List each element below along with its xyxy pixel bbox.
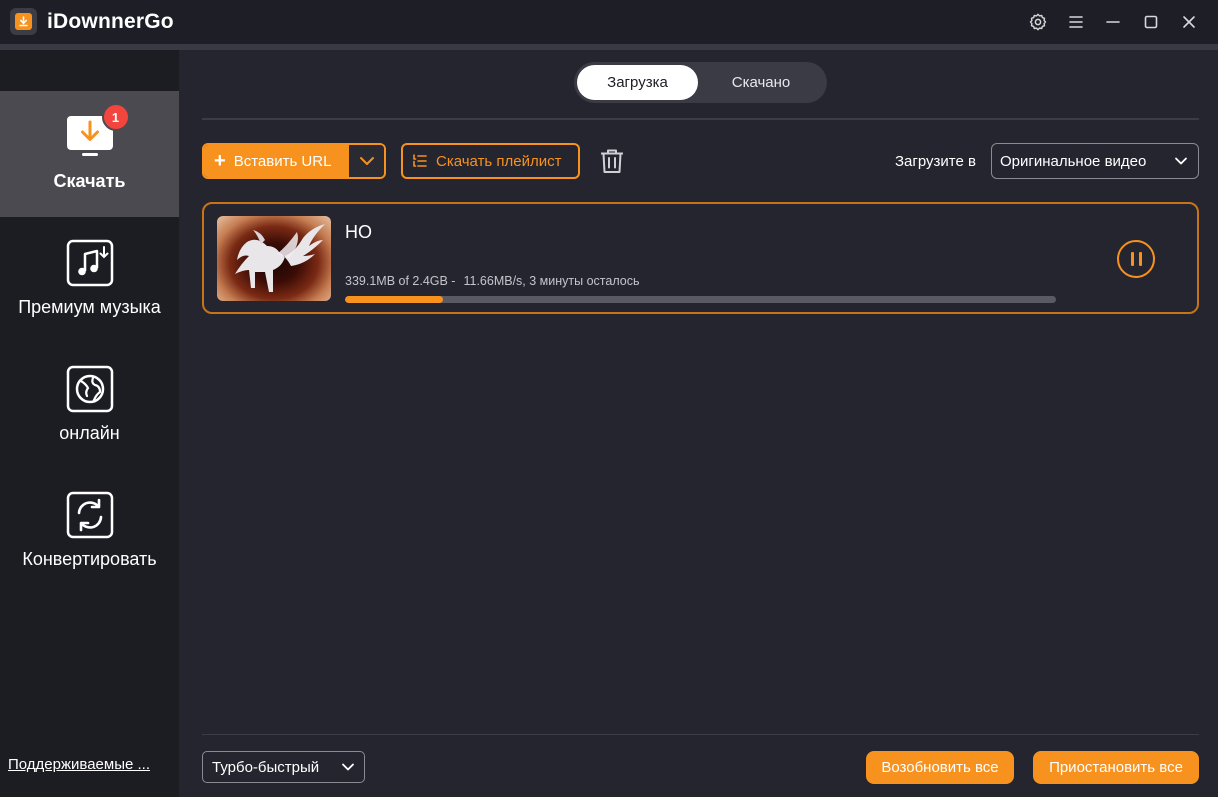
chevron-down-icon xyxy=(1175,157,1187,165)
download-count-badge: 1 xyxy=(101,103,130,131)
tab-switcher: Загрузка Скачано xyxy=(574,62,827,103)
paste-url-main[interactable]: + Вставить URL xyxy=(204,145,349,177)
globe-icon xyxy=(66,365,114,413)
supported-sites-link[interactable]: Поддерживаемые ... xyxy=(8,756,150,773)
speed-mode-select[interactable]: Турбо-быстрый xyxy=(202,751,365,783)
download-meta: 339.1MB of 2.4GB - 11.66MB/s, 3 минуты ос… xyxy=(345,274,639,288)
minimize-icon[interactable] xyxy=(1101,10,1125,34)
save-format-select[interactable]: Оригинальное видео xyxy=(991,143,1199,179)
gear-icon[interactable] xyxy=(1026,10,1050,34)
playlist-icon xyxy=(413,154,427,167)
sidebar-item-label: Премиум музыка xyxy=(18,297,161,317)
chevron-down-icon xyxy=(342,763,354,771)
download-progress-fill xyxy=(345,296,444,303)
save-to-label: Загрузите в xyxy=(895,153,976,170)
title-bar: iDownnerGo xyxy=(0,0,1218,44)
sidebar-item-label: онлайн xyxy=(59,423,120,443)
sidebar-item-label: Скачать xyxy=(53,171,126,191)
convert-icon xyxy=(66,491,114,539)
download-speed-eta: 11.66MB/s, 3 минуты осталось xyxy=(463,274,640,288)
plus-icon: + xyxy=(214,150,226,172)
chevron-down-icon xyxy=(359,157,374,165)
close-icon[interactable] xyxy=(1177,10,1201,34)
download-playlist-button[interactable]: Скачать плейлист xyxy=(401,143,580,179)
pause-icon[interactable] xyxy=(1117,240,1155,278)
download-playlist-label: Скачать плейлист xyxy=(436,152,562,170)
download-title: HO xyxy=(345,222,372,242)
sidebar-item-online[interactable]: онлайн xyxy=(0,343,179,469)
tab-downloaded[interactable]: Скачано xyxy=(698,65,824,100)
paste-url-button[interactable]: + Вставить URL xyxy=(202,143,386,179)
video-thumbnail xyxy=(217,216,331,301)
download-size-progress: 339.1MB of 2.4GB - xyxy=(345,274,456,288)
title-bar-divider xyxy=(0,44,1218,50)
speed-mode-value: Турбо-быстрый xyxy=(212,758,320,776)
maximize-icon[interactable] xyxy=(1139,10,1163,34)
sidebar: 1 Скачать Премиум музыка онлайн Конверти… xyxy=(0,50,179,797)
sidebar-item-premium-music[interactable]: Премиум музыка xyxy=(0,217,179,343)
music-download-icon xyxy=(66,239,114,287)
download-item[interactable]: HO 339.1MB of 2.4GB - 11.66MB/s, 3 минуты… xyxy=(202,202,1199,314)
hamburger-icon[interactable] xyxy=(1064,10,1088,34)
trash-icon[interactable] xyxy=(597,146,627,176)
app-title: iDownnerGo xyxy=(47,10,174,33)
footer-divider xyxy=(202,734,1199,735)
paste-url-dropdown[interactable] xyxy=(349,145,384,177)
pause-all-button[interactable]: Приостановить все xyxy=(1033,751,1199,784)
sidebar-item-label: Конвертировать xyxy=(22,549,157,569)
paste-url-label: Вставить URL xyxy=(233,152,332,170)
download-box-icon xyxy=(10,8,37,35)
download-progress-bar xyxy=(345,296,1056,303)
sidebar-item-download[interactable]: 1 Скачать xyxy=(0,91,179,217)
save-format-value: Оригинальное видео xyxy=(1000,152,1147,170)
tab-downloading[interactable]: Загрузка xyxy=(577,65,698,100)
sidebar-item-convert[interactable]: Конвертировать xyxy=(0,469,179,595)
header-divider xyxy=(202,118,1199,120)
resume-all-button[interactable]: Возобновить все xyxy=(866,751,1014,784)
download-monitor-icon: 1 xyxy=(66,103,130,161)
